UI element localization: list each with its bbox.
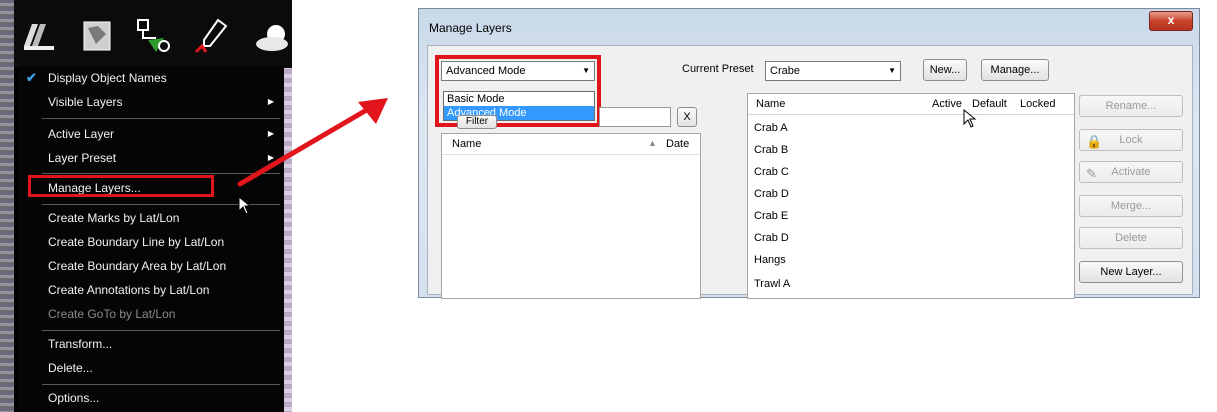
menu-item-create-goto: Create GoTo by Lat/Lon [18,302,284,326]
menu-item-label: Options... [48,391,100,405]
lock-icon: 🔒 [1086,134,1103,149]
manage-layers-dialog: Manage Layers x Advanced Mode ▼ Basic Mo… [418,8,1200,299]
menu-item-label: Create Boundary Line by Lat/Lon [48,235,225,249]
button-label: Rename... [1105,100,1157,112]
menu-item-label: Active Layer [48,127,115,141]
weather-icon[interactable] [252,16,292,56]
activate-button: ✎ Activate [1079,161,1183,183]
presets-list[interactable]: Name ▲ Date [441,133,701,299]
menu-item-create-annotations[interactable]: Create Annotations by Lat/Lon [18,278,284,302]
chevron-down-icon: ▼ [888,66,896,75]
filter-button[interactable]: Filter [457,115,497,129]
column-header-date[interactable]: Date [666,138,689,150]
menu-item-create-boundary-line[interactable]: Create Boundary Line by Lat/Lon [18,230,284,254]
mouse-cursor-icon [963,109,977,128]
preset-select-value: Crabe [770,65,800,77]
sort-up-icon: ▲ [648,138,657,148]
menu-item-label: Visible Layers [48,95,123,109]
layer-row[interactable]: Crab C [754,166,789,178]
chart-icon[interactable] [78,16,118,56]
layers-icon[interactable] [18,16,58,56]
preset-select[interactable]: Crabe ▼ [765,61,901,81]
checkmark-icon: ✔ [26,70,37,85]
column-header-active[interactable]: Active [932,98,962,110]
button-label: Merge... [1110,200,1152,212]
column-header-locked[interactable]: Locked [1020,98,1055,110]
menu-separator [42,384,280,385]
menu-item-create-boundary-area[interactable]: Create Boundary Area by Lat/Lon [18,254,284,278]
header-divider [442,154,700,155]
layer-row[interactable]: Crab D [754,188,789,200]
dialog-title: Manage Layers [429,21,512,35]
toolbar [14,0,292,68]
menu-item-delete[interactable]: Delete... [18,356,284,380]
rename-button: Rename... [1079,95,1183,117]
mouse-cursor-icon [238,196,252,215]
preset-label: Current Preset [682,63,754,75]
menu-item-label: Display Object Names [48,71,167,85]
button-label: Activate [1111,166,1151,178]
chart-background-strip [0,0,14,412]
menu-separator [42,330,280,331]
pencil-icon: ✎ [1086,166,1097,181]
layer-row[interactable]: Crab E [754,210,788,222]
menu-item-label: Create Annotations by Lat/Lon [48,283,210,297]
close-button[interactable]: x [1149,11,1193,31]
new-preset-button[interactable]: New... [923,59,967,81]
lock-button: 🔒 Lock [1079,129,1183,151]
layer-row[interactable]: Trawl A [754,278,790,290]
layers-list-header: Name Active Default Locked [748,94,1074,115]
clear-filter-button[interactable]: X [677,107,697,127]
new-layer-button[interactable]: New Layer... [1079,261,1183,283]
button-label: Delete [1115,232,1147,244]
filter-input[interactable] [599,107,671,127]
menu-item-label: Delete... [48,361,93,375]
layers-list[interactable]: Name Active Default Locked Crab A Crab B… [747,93,1075,299]
pen-icon[interactable] [194,16,234,56]
menu-item-label: Layer Preset [48,151,117,165]
route-icon[interactable] [132,16,172,56]
column-header-name[interactable]: Name [452,138,481,150]
manage-presets-button[interactable]: Manage... [981,59,1049,81]
layer-row[interactable]: Crab B [754,144,788,156]
button-label: Lock [1119,134,1143,146]
menu-item-label: Create Marks by Lat/Lon [48,211,180,225]
menu-item-label: Create GoTo by Lat/Lon [48,307,176,321]
menu-item-label: Create Boundary Area by Lat/Lon [48,259,227,273]
red-arrow-icon [237,98,388,187]
button-label: New Layer... [1100,266,1162,278]
context-menu-panel: ✔ Display Object Names Visible Layers ▶ … [0,0,292,412]
menu-item-options[interactable]: Options... [18,386,284,410]
menu-item-transform[interactable]: Transform... [18,332,284,356]
layer-row[interactable]: Hangs [754,254,786,266]
merge-button: Merge... [1079,195,1183,217]
layer-row[interactable]: Crab D [754,232,789,244]
column-header-name[interactable]: Name [756,98,785,110]
delete-button: Delete [1079,227,1183,249]
menu-item-label: Transform... [48,337,113,351]
manage-layers-highlight-box [28,175,214,197]
layer-row[interactable]: Crab A [754,122,788,134]
